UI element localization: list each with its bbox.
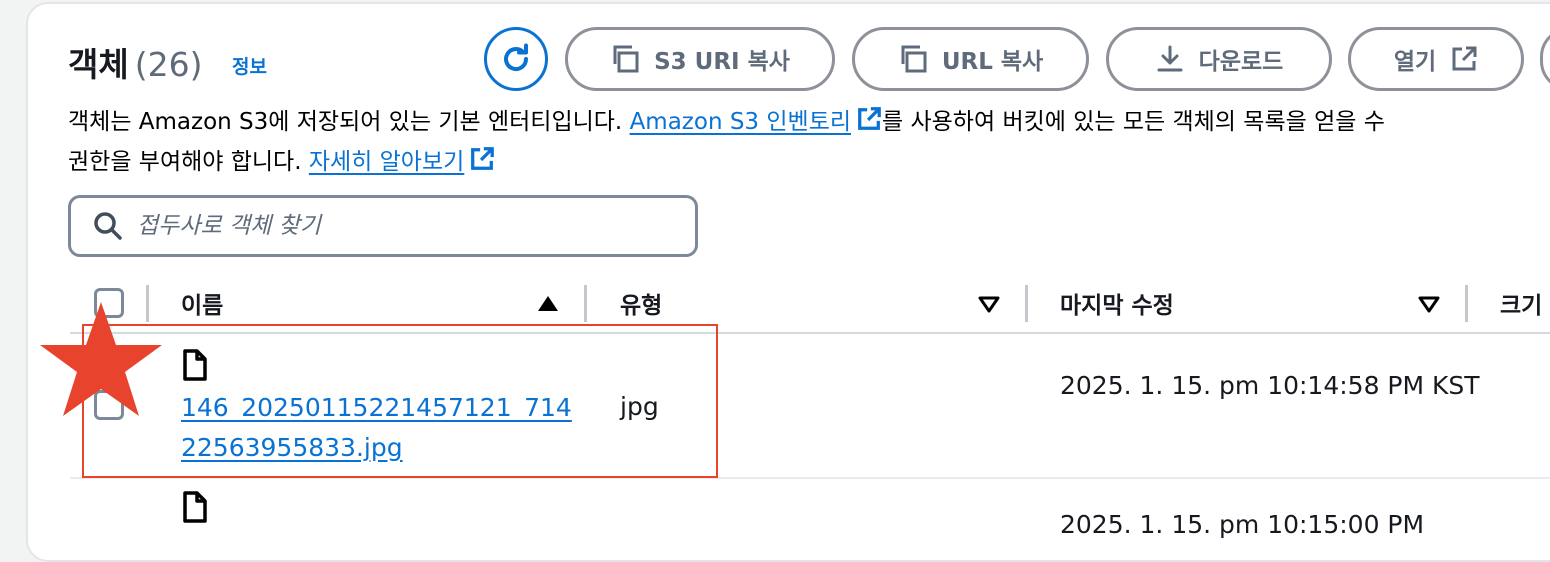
column-divider [584,285,587,322]
copy-icon [901,45,927,73]
external-link-icon [858,107,881,130]
external-link-icon [471,147,495,170]
search-icon [93,211,123,241]
file-icon [183,491,207,523]
sort-down-icon[interactable] [977,294,1001,314]
title-text: 객체 [68,45,129,84]
description-text: 권한을 부여해야 합니다. [68,149,309,175]
description-text: 를 사용하여 버킷에 있는 모든 객체의 목록을 얻을 수 [882,109,1385,135]
open-button[interactable]: 열기 [1348,27,1524,91]
info-link[interactable]: 정보 [232,52,267,79]
description-text: 객체는 Amazon S3에 저장되어 있는 기본 엔터티입니다. [68,109,630,135]
copy-url-label: URL 복사 [941,49,1044,75]
search-input[interactable] [137,213,637,239]
refresh-icon [504,43,529,72]
star-marker-icon [40,302,162,416]
page-title: 객체 (26) [68,38,202,86]
column-header-last-modified[interactable]: 마지막 수정 [1060,286,1174,320]
sort-down-icon[interactable] [1417,294,1441,314]
column-header-size[interactable]: 크기 [1500,286,1542,320]
search-box[interactable] [68,195,698,257]
description: 객체는 Amazon S3에 저장되어 있는 기본 엔터티입니다. Amazon… [68,102,1385,182]
learn-more-link[interactable]: 자세히 알아보기 [309,149,464,175]
column-divider [1465,285,1468,322]
download-button[interactable]: 다운로드 [1106,27,1332,91]
open-label: 열기 [1393,49,1437,75]
column-divider [1025,285,1028,322]
download-icon [1157,45,1183,72]
object-last-modified: 2025. 1. 15. pm 10:15:00 PM [1060,510,1425,539]
refresh-button[interactable] [484,27,548,91]
inventory-link[interactable]: Amazon S3 인벤토리 [630,109,851,135]
external-link-icon [1452,46,1477,71]
column-header-name[interactable]: 이름 [181,286,223,320]
object-count: (26) [134,45,203,84]
sort-ascending-icon[interactable] [536,294,560,314]
copy-url-button[interactable]: URL 복사 [852,27,1089,91]
copy-s3-uri-label: S3 URI 복사 [654,49,790,75]
column-header-type[interactable]: 유형 [620,286,662,320]
copy-s3-uri-button[interactable]: S3 URI 복사 [565,27,835,91]
object-last-modified: 2025. 1. 15. pm 10:14:58 PM KST [1060,371,1480,400]
copy-icon [613,45,639,73]
download-label: 다운로드 [1198,49,1284,75]
highlight-box [82,324,718,478]
